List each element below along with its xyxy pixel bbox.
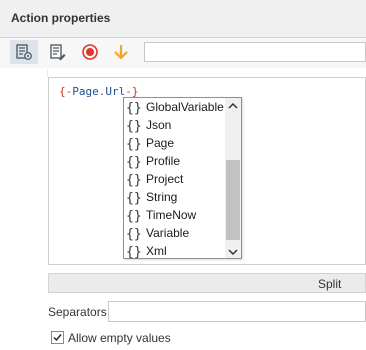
scroll-up-button[interactable] (226, 100, 240, 114)
autocomplete-item-label: Profile (146, 154, 181, 168)
variable-braces-icon: {} (126, 137, 142, 151)
arrow-down-icon (114, 45, 128, 60)
autocomplete-item-label: Page (146, 136, 175, 150)
autocomplete-item-label: GlobalVariable (146, 100, 224, 114)
toolbar-input[interactable] (144, 42, 366, 62)
autocomplete-item[interactable]: {} Json (124, 116, 226, 134)
autocomplete-item[interactable]: {} GlobalVariable (124, 98, 226, 116)
svg-text:{}: {} (126, 191, 142, 205)
autocomplete-item[interactable]: {} Xml (124, 242, 226, 260)
autocomplete-item[interactable]: {} Page (124, 134, 226, 152)
edit-list-button[interactable] (44, 40, 72, 64)
variable-braces-icon: {} (126, 209, 142, 223)
autocomplete-item-label: String (146, 190, 178, 204)
svg-text:{}: {} (126, 173, 142, 187)
variable-braces-icon: {} (126, 173, 142, 187)
svg-text:{}: {} (126, 137, 142, 151)
scrollbar-thumb[interactable] (226, 160, 240, 240)
scroll-down-button[interactable] (226, 246, 240, 260)
autocomplete-item[interactable]: {} Profile (124, 152, 226, 170)
variable-braces-icon: {} (126, 245, 142, 259)
variable-braces-icon: {} (126, 191, 142, 205)
autocomplete-item[interactable]: {} String (124, 188, 226, 206)
checkmark-icon (53, 334, 62, 342)
variable-braces-icon: {} (126, 155, 142, 169)
variable-braces-icon: {} (126, 101, 142, 115)
split-button-label: Split (318, 277, 342, 291)
autocomplete-item-label: TimeNow (146, 208, 197, 222)
edit-list-icon (50, 44, 66, 61)
svg-text:{}: {} (126, 245, 142, 259)
autocomplete-item-label: Variable (146, 226, 190, 240)
panel-title: Action properties (11, 11, 111, 25)
properties-list-icon (16, 44, 32, 60)
variable-braces-icon: {} (126, 119, 142, 133)
chevron-down-icon (228, 249, 238, 256)
move-down-button[interactable] (107, 40, 135, 64)
autocomplete-item-label: Project (146, 172, 184, 186)
divider (47, 69, 48, 77)
svg-text:{}: {} (126, 227, 142, 241)
variable-braces-icon: {} (126, 227, 142, 241)
svg-text:{}: {} (126, 209, 142, 223)
code-open-brace: {- (59, 85, 73, 98)
allow-empty-label: Allow empty values (68, 331, 171, 345)
chevron-up-icon (228, 102, 238, 109)
svg-text:{}: {} (126, 155, 142, 169)
code-word-page: Page (72, 85, 99, 98)
autocomplete-item-label: Json (146, 118, 172, 132)
allow-empty-checkbox[interactable] (51, 331, 64, 344)
autocomplete-item[interactable]: {} TimeNow (124, 206, 226, 224)
separators-input[interactable] (108, 301, 366, 322)
separators-label: Separators (48, 305, 107, 319)
svg-text:{}: {} (126, 101, 142, 115)
properties-button[interactable] (10, 40, 38, 64)
autocomplete-item-label: Xml (146, 244, 167, 258)
autocomplete-item[interactable]: {} Variable (124, 224, 226, 242)
svg-text:{}: {} (126, 119, 142, 133)
record-button[interactable] (76, 40, 104, 64)
autocomplete-item[interactable]: {} Project (124, 170, 226, 188)
record-icon (82, 44, 98, 60)
